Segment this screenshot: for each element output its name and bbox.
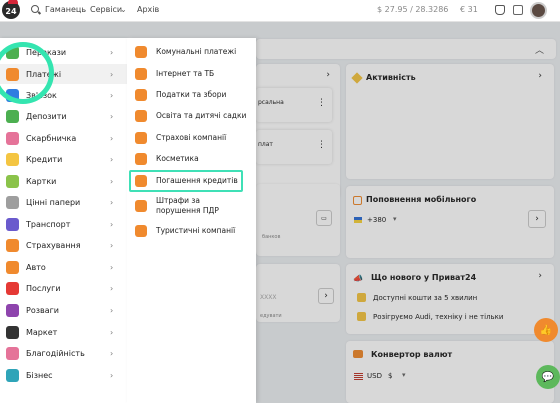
submenu-label: Комунальні платежі [156,47,237,56]
menu-icon [6,281,19,295]
main-menu-item[interactable]: Цінні папери › [0,192,127,212]
submenu-label: Податки та збори [156,90,227,99]
submenu-label: Косметика [156,154,199,163]
submenu-label: Освіта та дитячі садки [156,111,247,120]
main-menu-item[interactable]: Картки › [0,171,127,191]
privat24-logo[interactable]: 24 [2,0,20,19]
menu-icon [6,109,19,123]
menu-label: Картки [26,176,57,186]
chevron-right-icon: › [110,154,114,164]
main-menu-item[interactable]: Скарбничка › [0,128,127,148]
chevron-right-icon: › [110,69,114,79]
submenu-item[interactable]: Туристичні компанії [127,221,256,241]
menu-label: Скарбничка [26,133,77,143]
menu-icon [6,368,19,382]
menu-label: Авто [26,262,46,272]
submenu-item[interactable]: Освіта та дитячі садки [127,106,256,126]
menu-icon [6,325,19,339]
menu-label: Розваги [26,305,59,315]
submenu-item[interactable]: Інтернет та ТБ [127,64,256,84]
chevron-right-icon: › [110,133,114,143]
main-menu-item[interactable]: Бізнес › [0,365,127,385]
chevron-right-icon: › [110,176,114,186]
menu-label: Благодійність [26,348,85,358]
search-icon[interactable] [31,5,39,13]
menu-label: Цінні папери [26,197,81,207]
main-menu-item[interactable]: Розваги › [0,300,127,320]
chevron-down-icon[interactable]: ⌄ [120,5,127,14]
submenu-item[interactable]: Комунальні платежі [127,42,256,62]
chat-button[interactable]: 💬 [536,365,560,389]
chevron-right-icon: › [110,197,114,207]
submenu-icon [135,153,147,165]
main-menu-item[interactable]: Благодійність › [0,343,127,363]
submenu-icon [135,68,147,80]
submenu-icon [135,225,147,237]
main-menu-item[interactable]: Кредити › [0,149,127,169]
logo-text: 24 [5,6,17,16]
menu-icon [6,152,19,166]
menu-label: Транспорт [26,219,71,229]
chevron-right-icon: › [110,348,114,358]
menu-label: Кредити [26,154,63,164]
main-menu-item[interactable]: Депозити › [0,106,127,126]
submenu-item[interactable]: Штрафи за порушення ПДР [127,192,256,220]
nav-archive[interactable]: Архів [137,5,159,14]
chevron-right-icon: › [110,90,114,100]
menu-label: Депозити [26,111,67,121]
calendar-icon[interactable] [513,5,523,15]
nav-services[interactable]: Сервіси [90,5,122,14]
chevron-right-icon: › [110,240,114,250]
submenu-icon [135,132,147,144]
chevron-right-icon: › [110,370,114,380]
menu-icon [6,217,19,231]
chevron-right-icon: › [110,111,114,121]
payments-submenu: Комунальні платежі Інтернет та ТБ Податки … [127,38,256,403]
main-menu-item[interactable]: Авто › [0,257,127,277]
menu-label: Страхування [26,240,81,250]
menu-label: Послуги [26,283,61,293]
menu-icon [6,260,19,274]
chevron-right-icon: › [110,219,114,229]
chevron-right-icon: › [110,47,114,57]
cart-icon[interactable] [495,5,505,15]
menu-icon [6,131,19,145]
eur-rate: € 31 [460,5,478,14]
highlight-annotation [129,170,243,192]
menu-icon [6,238,19,252]
submenu-label: Туристичні компанії [156,226,236,235]
chevron-right-icon: › [110,262,114,272]
chevron-right-icon: › [110,283,114,293]
main-menu-item[interactable]: Страхування › [0,235,127,255]
submenu-item[interactable]: Страхові компанії [127,128,256,148]
chevron-right-icon: › [110,305,114,315]
menu-icon [6,346,19,360]
submenu-label: Страхові компанії [156,133,227,142]
menu-label: Бізнес [26,370,53,380]
main-menu-item[interactable]: Маркет › [0,322,127,342]
submenu-item[interactable]: Косметика [127,149,256,169]
submenu-label: Інтернет та ТБ [156,69,215,78]
submenu-icon [135,200,147,212]
santa-hat-icon [8,0,18,4]
submenu-label: Штрафи за порушення ПДР [156,196,219,215]
submenu-icon [135,89,147,101]
menu-icon [6,303,19,317]
nav-wallet[interactable]: Гаманець [45,5,86,14]
submenu-icon [135,110,147,122]
main-menu-item[interactable]: Послуги › [0,278,127,298]
main-menu-item[interactable]: Транспорт › [0,214,127,234]
avatar[interactable] [530,2,547,19]
top-bar: 24 Гаманець Сервіси ⌄ Архів $ 27.95 / 28… [0,0,560,22]
menu-icon [6,174,19,188]
menu-icon [6,195,19,209]
usd-rate: $ 27.95 / 28.3286 [377,5,449,14]
like-button[interactable]: 👍 [534,318,558,342]
chevron-right-icon: › [110,327,114,337]
submenu-item[interactable]: Податки та збори [127,85,256,105]
submenu-icon [135,46,147,58]
menu-label: Маркет [26,327,58,337]
